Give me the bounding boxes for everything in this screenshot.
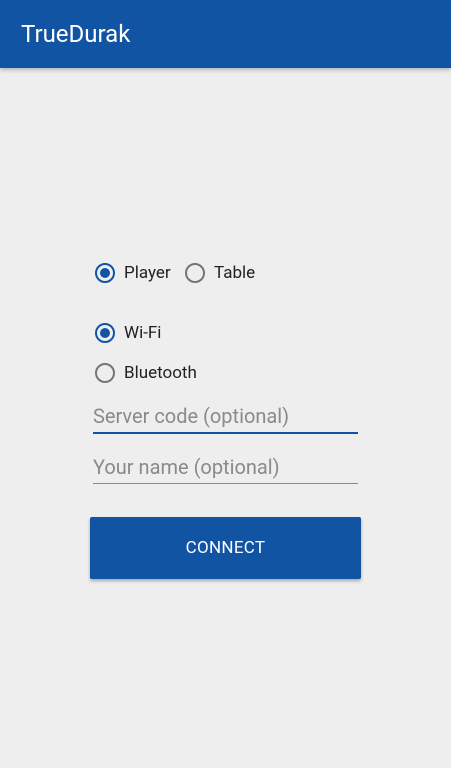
- app-bar: TrueDurak: [0, 0, 451, 68]
- app-title: TrueDurak: [21, 20, 131, 48]
- connect-button[interactable]: CONNECT: [90, 517, 361, 579]
- radio-wifi-label: Wi-Fi: [124, 323, 162, 343]
- radio-wifi[interactable]: Wi-Fi: [95, 323, 161, 343]
- server-code-field[interactable]: [93, 400, 358, 434]
- radio-button-icon: [185, 263, 205, 283]
- radio-bluetooth[interactable]: Bluetooth: [95, 363, 197, 383]
- radio-button-icon: [95, 323, 115, 343]
- radio-button-icon: [95, 263, 115, 283]
- radio-player-label: Player: [124, 263, 171, 283]
- radio-bluetooth-label: Bluetooth: [124, 363, 197, 383]
- radio-button-icon: [95, 363, 115, 383]
- radio-table[interactable]: Table: [185, 263, 255, 283]
- radio-player[interactable]: Player: [95, 263, 171, 283]
- server-code-input[interactable]: [93, 400, 358, 432]
- radio-table-label: Table: [214, 263, 256, 283]
- name-field[interactable]: [93, 450, 358, 484]
- name-input[interactable]: [93, 450, 358, 483]
